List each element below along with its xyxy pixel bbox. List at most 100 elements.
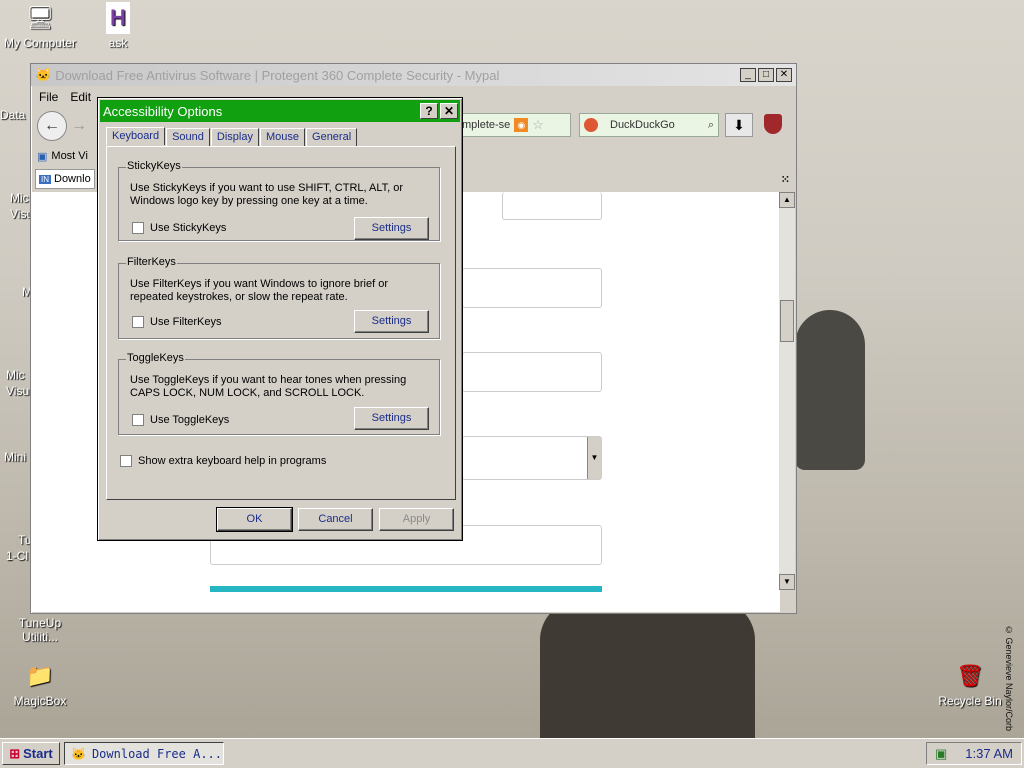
desktop-icon-ask[interactable]: H ask [78, 2, 158, 50]
start-button[interactable]: ⊞ Start [2, 742, 60, 765]
ublock-shield-icon [764, 114, 782, 134]
taskbar-browser-button[interactable]: 🐱 Download Free A... [64, 742, 224, 765]
apply-button[interactable]: Apply [379, 508, 454, 531]
dropdown-arrow-icon[interactable]: ▼ [587, 437, 601, 479]
forward-arrow-icon[interactable]: → [71, 117, 87, 135]
duckduckgo-icon[interactable] [584, 118, 598, 132]
stickykeys-settings-button[interactable]: Settings [354, 217, 429, 240]
desktop-icon-recycle-bin[interactable]: 🗑 Recycle Bin [930, 660, 1010, 708]
system-tray: ▣ 1:37 AM [926, 742, 1022, 765]
help-button[interactable]: ? [420, 103, 438, 119]
dropdown-field[interactable]: ▼ [462, 436, 602, 480]
desktop-icon-label: TuneUp Utiliti... [18, 616, 62, 644]
tab-general[interactable]: General [306, 128, 358, 146]
checkbox-label: Use FilterKeys [150, 316, 222, 328]
search-icon[interactable]: ⌕ [708, 119, 714, 132]
tab-display[interactable]: Display [210, 128, 259, 146]
tab-mouse[interactable]: Mouse [259, 128, 306, 146]
back-button[interactable]: ← [37, 111, 67, 141]
downloads-button[interactable]: ⬇ [725, 113, 753, 137]
desktop-icon-label: MagicBox [13, 694, 67, 708]
start-label: Start [23, 746, 53, 761]
accessibility-options-dialog[interactable]: Accessibility Options ? ✕ Keyboard Sound… [97, 97, 463, 541]
browser-app-icon: 🐱 [71, 746, 86, 761]
submit-bar[interactable] [210, 586, 602, 592]
use-filterkeys-checkbox[interactable]: Use FilterKeys [132, 316, 222, 328]
checkbox-label: Use StickyKeys [150, 222, 227, 234]
desktop-icon-label: Recycle Bin [938, 694, 1002, 708]
minimize-button[interactable]: _ [740, 68, 756, 82]
document-icon: H [106, 2, 130, 34]
group-legend: FilterKeys [126, 256, 177, 268]
back-arrow-icon: ← [44, 117, 60, 134]
filterkeys-settings-button[interactable]: Settings [354, 310, 429, 333]
recycle-bin-icon: 🗑 [956, 663, 984, 688]
stickykeys-group: StickyKeys Use StickyKeys if you want to… [118, 160, 440, 241]
form-field[interactable] [462, 352, 602, 392]
dialog-title: Accessibility Options [103, 103, 223, 119]
background-figure-head [795, 310, 865, 470]
dialog-tabs: Keyboard Sound Display Mouse General [106, 127, 358, 146]
extra-keyboard-help-checkbox[interactable]: Show extra keyboard help in programs [120, 455, 326, 467]
desktop-icon-partial[interactable]: Data [0, 108, 30, 122]
bookmark-most-visited[interactable]: Most Vi [51, 150, 87, 162]
ublock-button[interactable] [759, 114, 787, 136]
checkbox-label: Show extra keyboard help in programs [138, 455, 327, 467]
filterkeys-group: FilterKeys Use FilterKeys if you want Wi… [118, 256, 440, 339]
network-icon[interactable]: ▣ [935, 746, 947, 762]
scroll-thumb[interactable] [780, 300, 794, 342]
computer-icon: 🖥 [26, 5, 54, 30]
scroll-down-button[interactable]: ▼ [779, 574, 795, 590]
tab-title: Downlo [54, 173, 91, 185]
ok-button[interactable]: OK [217, 508, 292, 531]
group-description: Use StickyKeys if you want to use SHIFT,… [130, 182, 404, 207]
taskbar-button-label: Download Free A... [91, 746, 222, 761]
search-box[interactable]: DuckDuckGo ⌕ [579, 113, 719, 137]
address-bar[interactable]: mplete-se ◉ ☆ [459, 113, 571, 137]
tab-keyboard[interactable]: Keyboard [106, 127, 166, 145]
checkbox-box[interactable] [132, 414, 144, 426]
search-engine-label: DuckDuckGo [610, 119, 675, 131]
bookmarks-folder-icon: ▣ [37, 150, 48, 163]
browser-tab[interactable]: IN Downlo [35, 169, 95, 189]
browser-title-bar[interactable]: 🐱 Download Free Antivirus Software | Pro… [31, 64, 796, 86]
clock[interactable]: 1:37 AM [965, 746, 1013, 761]
bookmark-star-icon[interactable]: ☆ [532, 117, 544, 133]
rss-icon[interactable]: ◉ [514, 118, 529, 132]
folder-icon: 📁 [26, 663, 54, 688]
checkbox-box[interactable] [132, 316, 144, 328]
vertical-scrollbar[interactable]: ▲ ▼ [779, 192, 795, 590]
cancel-button[interactable]: Cancel [298, 508, 373, 531]
taskbar: ⊞ Start 🐱 Download Free A... ▣ 1:37 AM [0, 738, 1024, 768]
form-field[interactable] [462, 268, 602, 308]
use-stickykeys-checkbox[interactable]: Use StickyKeys [132, 222, 226, 234]
keyboard-tab-panel: StickyKeys Use StickyKeys if you want to… [106, 146, 456, 500]
browser-app-icon: 🐱 [35, 67, 52, 82]
tab-list-icon[interactable]: ⁙ [781, 173, 790, 186]
group-legend: StickyKeys [126, 160, 182, 172]
desktop-icon-magicbox[interactable]: 📁 MagicBox [0, 660, 80, 708]
dialog-title-bar[interactable]: Accessibility Options ? ✕ [100, 100, 460, 122]
checkbox-box[interactable] [120, 455, 132, 467]
close-button[interactable]: ✕ [776, 68, 792, 82]
group-description: Use FilterKeys if you want Windows to ig… [130, 278, 388, 303]
dialog-close-button[interactable]: ✕ [440, 103, 458, 119]
photo-copyright: © Genevieve Naylor/Corb [1004, 625, 1014, 732]
windows-logo-icon: ⊞ [9, 745, 21, 761]
scroll-up-button[interactable]: ▲ [779, 192, 795, 208]
maximize-button[interactable]: □ [758, 68, 774, 82]
menu-edit[interactable]: Edit [70, 90, 91, 104]
background-figure-coat [540, 600, 755, 740]
use-togglekeys-checkbox[interactable]: Use ToggleKeys [132, 414, 229, 426]
browser-title: Download Free Antivirus Software | Prote… [55, 67, 500, 83]
tab-favicon: IN [39, 174, 51, 184]
togglekeys-settings-button[interactable]: Settings [354, 407, 429, 430]
tab-sound[interactable]: Sound [166, 128, 210, 146]
desktop-icon-my-computer[interactable]: 🖥 My Computer [0, 2, 80, 50]
group-legend: ToggleKeys [126, 352, 185, 364]
form-field[interactable] [502, 192, 602, 220]
checkbox-label: Use ToggleKeys [150, 414, 230, 426]
menu-file[interactable]: File [39, 90, 58, 104]
group-description: Use ToggleKeys if you want to hear tones… [130, 374, 407, 399]
checkbox-box[interactable] [132, 222, 144, 234]
